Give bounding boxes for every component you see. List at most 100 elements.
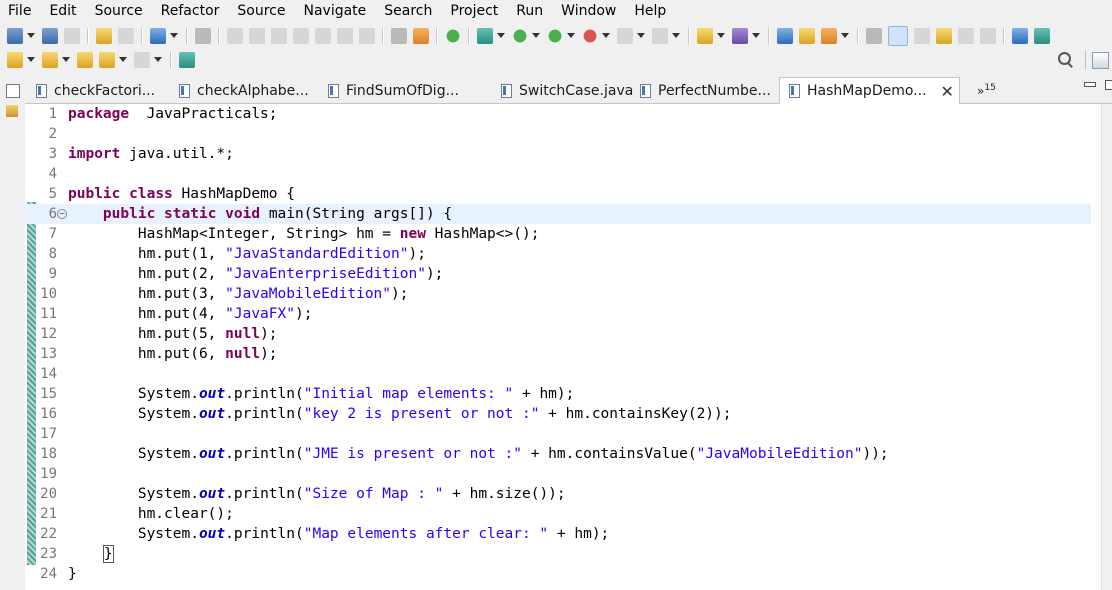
code-line[interactable]: 23 } <box>25 544 1091 564</box>
menu-run[interactable]: Run <box>507 0 552 23</box>
menu-search[interactable]: Search <box>375 0 441 23</box>
new-icon[interactable] <box>7 27 23 44</box>
menu-help[interactable]: Help <box>625 0 675 23</box>
code-line[interactable]: 1 package JavaPracticals; <box>25 104 1091 124</box>
show-whitespace-icon[interactable] <box>958 27 974 44</box>
resume-icon[interactable] <box>227 27 243 44</box>
toggle-mark-occurrences-icon[interactable] <box>888 25 908 46</box>
menu-project[interactable]: Project <box>441 0 507 23</box>
coverage-dropdown-icon[interactable] <box>567 33 575 38</box>
menu-window[interactable]: Window <box>552 0 625 23</box>
editor-tab[interactable]: SwitchCase.java <box>492 78 636 103</box>
disconnect-icon[interactable] <box>293 27 309 44</box>
code-line[interactable]: 3 import java.util.*; <box>25 144 1091 164</box>
code-line[interactable]: 15 System.out.println("Initial map eleme… <box>25 384 1091 404</box>
open-task-icon[interactable] <box>799 27 815 44</box>
package-explorer-icon[interactable] <box>6 105 18 117</box>
code-line[interactable]: 13 hm.put(6, null); <box>25 344 1091 364</box>
code-line[interactable]: 22 System.out.println("Map elements afte… <box>25 524 1091 544</box>
back-icon[interactable] <box>99 51 115 68</box>
menu-edit[interactable]: Edit <box>40 0 85 23</box>
word-wrap-icon[interactable] <box>391 27 407 44</box>
code-line[interactable]: 10 hm.put(3, "JavaMobileEdition"); <box>25 284 1091 304</box>
vertical-scrollbar[interactable] <box>1101 104 1112 590</box>
code-line[interactable]: 9 hm.put(2, "JavaEnterpriseEdition"); <box>25 264 1091 284</box>
debug-dropdown-icon[interactable] <box>497 33 505 38</box>
menu-refactor[interactable]: Refactor <box>152 0 229 23</box>
step-into-icon[interactable] <box>315 27 331 44</box>
editor-tab[interactable]: FindSumOfDig... <box>319 78 498 103</box>
code-line[interactable]: 8 hm.put(1, "JavaStandardEdition"); <box>25 244 1091 264</box>
block-selection-icon[interactable] <box>413 27 429 44</box>
external-tools-dropdown-icon[interactable] <box>602 33 610 38</box>
sync-icon[interactable] <box>1034 27 1050 44</box>
server-dropdown-icon[interactable] <box>672 33 680 38</box>
pilcrow-icon[interactable] <box>980 27 996 44</box>
terminate-icon[interactable] <box>271 27 287 44</box>
new-java-class-dropdown-icon[interactable] <box>752 33 760 38</box>
deploy-dropdown-icon[interactable] <box>841 33 849 38</box>
code-line[interactable]: 21 hm.clear(); <box>25 504 1091 524</box>
new-dropdown-icon[interactable] <box>27 33 35 38</box>
fold-toggle-icon[interactable]: − <box>57 209 67 219</box>
open-perspective-icon[interactable] <box>1092 52 1109 69</box>
terminal-dropdown-icon[interactable] <box>170 33 178 38</box>
stop-dropdown-icon[interactable] <box>637 33 645 38</box>
previous-annotation-icon[interactable] <box>42 51 58 68</box>
skip-breakpoints-icon[interactable] <box>195 27 211 44</box>
code-line[interactable]: 6− public static void main(String args[]… <box>25 204 1091 224</box>
code-line[interactable]: 12 hm.put(5, null); <box>25 324 1091 344</box>
stop-icon[interactable] <box>617 27 633 44</box>
restore-icon[interactable] <box>6 84 20 98</box>
code-line[interactable]: 17 <box>25 424 1091 444</box>
forward-icon[interactable] <box>134 51 150 68</box>
undo-icon[interactable] <box>96 27 112 44</box>
save-all-icon[interactable] <box>64 27 80 44</box>
coverage-icon[interactable] <box>547 27 563 44</box>
editor-tab[interactable]: checkAlphabe... <box>170 78 324 103</box>
code-line[interactable]: 7 HashMap<Integer, String> hm = new Hash… <box>25 224 1091 244</box>
open-type-icon[interactable] <box>777 27 793 44</box>
run-dropdown-icon[interactable] <box>532 33 540 38</box>
step-over-icon[interactable] <box>337 27 353 44</box>
code-line[interactable]: 4 <box>25 164 1091 184</box>
menu-source[interactable]: Source <box>228 0 294 23</box>
code-line[interactable]: 16 System.out.println("key 2 is present … <box>25 404 1091 424</box>
code-line[interactable]: 14 <box>25 364 1091 384</box>
forward-dropdown-icon[interactable] <box>154 57 162 62</box>
maximize-icon[interactable] <box>1105 80 1112 90</box>
suspend-icon[interactable] <box>249 27 265 44</box>
code-editor[interactable]: 1 package JavaPracticals; 2 3 import java.ut… <box>25 104 1101 590</box>
external-tools-icon[interactable] <box>582 27 598 44</box>
minimize-icon[interactable] <box>1084 82 1096 87</box>
back-dropdown-icon[interactable] <box>119 57 127 62</box>
new-java-class-icon[interactable] <box>732 27 748 44</box>
toggle-breadcrumb-icon[interactable] <box>866 27 882 44</box>
search-icon[interactable] <box>1057 51 1073 67</box>
run-icon[interactable] <box>512 27 528 44</box>
step-return-icon[interactable] <box>359 27 375 44</box>
redo-icon[interactable] <box>118 27 134 44</box>
menu-file[interactable]: File <box>0 0 40 23</box>
menu-source[interactable]: Source <box>86 0 152 23</box>
next-annotation-icon[interactable] <box>7 51 23 68</box>
code-line[interactable]: 5 public class HashMapDemo { <box>25 184 1091 204</box>
editor-tab[interactable]: PerfectNumbe... <box>631 78 786 103</box>
menu-navigate[interactable]: Navigate <box>294 0 375 23</box>
code-line[interactable]: 24} <box>25 564 1091 584</box>
tab-overflow-button[interactable]: »15 <box>977 83 996 98</box>
terminal-icon[interactable] <box>150 27 166 44</box>
code-line[interactable]: 20 System.out.println("Size of Map : " +… <box>25 484 1091 504</box>
server-icon[interactable] <box>652 27 668 44</box>
globe-icon[interactable] <box>1012 27 1028 44</box>
block-selection-toggle-icon[interactable] <box>936 27 952 44</box>
pin-editor-icon[interactable] <box>179 51 195 68</box>
last-edit-location-icon[interactable] <box>77 51 93 68</box>
code-line[interactable]: 18 System.out.println("JME is present or… <box>25 444 1091 464</box>
new-java-package-icon[interactable] <box>697 27 713 44</box>
code-line[interactable]: 19 <box>25 464 1091 484</box>
save-icon[interactable] <box>42 27 58 44</box>
code-line[interactable]: 2 <box>25 124 1091 144</box>
debug-icon[interactable] <box>477 27 493 44</box>
new-java-package-dropdown-icon[interactable] <box>717 33 725 38</box>
